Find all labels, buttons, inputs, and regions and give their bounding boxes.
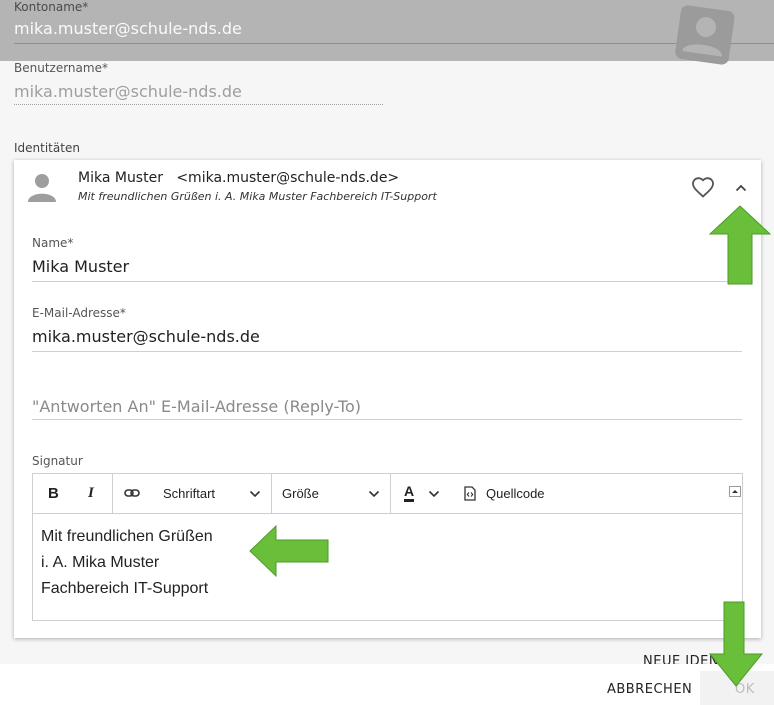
person-icon (675, 5, 735, 65)
name-label: Name* (32, 236, 74, 250)
name-underline (32, 281, 742, 282)
identity-header-title[interactable]: Mika Muster <mika.muster@schule-nds.de> (78, 170, 399, 186)
reply-to-input[interactable]: "Antworten An" E-Mail-Adresse (Reply-To) (32, 397, 361, 416)
font-size-select[interactable]: Größe (282, 486, 319, 501)
signature-label: Signatur (32, 454, 83, 468)
email-underline (32, 351, 742, 352)
reply-to-underline (32, 419, 742, 420)
chevron-down-icon[interactable] (368, 489, 380, 499)
font-family-select[interactable]: Schriftart (163, 486, 215, 501)
text-color-button[interactable]: A (404, 484, 415, 502)
italic-button[interactable]: I (88, 485, 94, 502)
arrow-down-annotation (708, 601, 764, 687)
signature-line: Fachbereich IT-Support (41, 580, 209, 597)
cancel-button[interactable]: ABBRECHEN (607, 682, 692, 697)
bold-button[interactable]: B (48, 485, 59, 502)
kontoname-underline (14, 43, 774, 44)
person-icon (28, 174, 56, 202)
email-label: E-Mail-Adresse* (32, 306, 126, 320)
toolbar-divider (271, 474, 272, 514)
benutzername-underline (14, 104, 383, 105)
signature-content[interactable]: Mit freundlichen Grüßen i. A. Mika Muste… (41, 524, 213, 602)
chevron-up-icon[interactable] (733, 180, 749, 196)
name-input[interactable]: Mika Muster (32, 257, 129, 276)
kontoname-label: Kontoname* (14, 0, 89, 14)
source-code-button[interactable]: Quellcode (486, 486, 545, 501)
toolbar-divider (390, 474, 391, 514)
chevron-down-icon[interactable] (428, 489, 440, 499)
chevron-down-icon[interactable] (249, 489, 261, 499)
identities-section-label: Identitäten (14, 141, 80, 155)
benutzername-label: Benutzername* (14, 61, 108, 75)
email-input[interactable]: mika.muster@schule-nds.de (32, 327, 260, 346)
arrow-up-annotation (708, 205, 772, 285)
arrow-left-annotation (249, 524, 329, 578)
kontoname-field[interactable]: mika.muster@schule-nds.de (14, 19, 242, 38)
editor-toolbar: B I Schriftart Größe A Quellcode (33, 474, 742, 514)
link-icon[interactable] (124, 487, 140, 499)
collapse-icon[interactable] (729, 486, 741, 497)
signature-line: Mit freundlichen Grüßen (41, 528, 213, 545)
heart-icon[interactable] (691, 176, 715, 200)
toolbar-divider (112, 474, 113, 514)
benutzername-field[interactable]: mika.muster@schule-nds.de (14, 82, 242, 101)
code-file-icon[interactable] (464, 486, 476, 501)
signature-line: i. A. Mika Muster (41, 554, 160, 571)
identity-header-signature: Mit freundlichen Grüßen i. A. Mika Muste… (78, 190, 437, 203)
